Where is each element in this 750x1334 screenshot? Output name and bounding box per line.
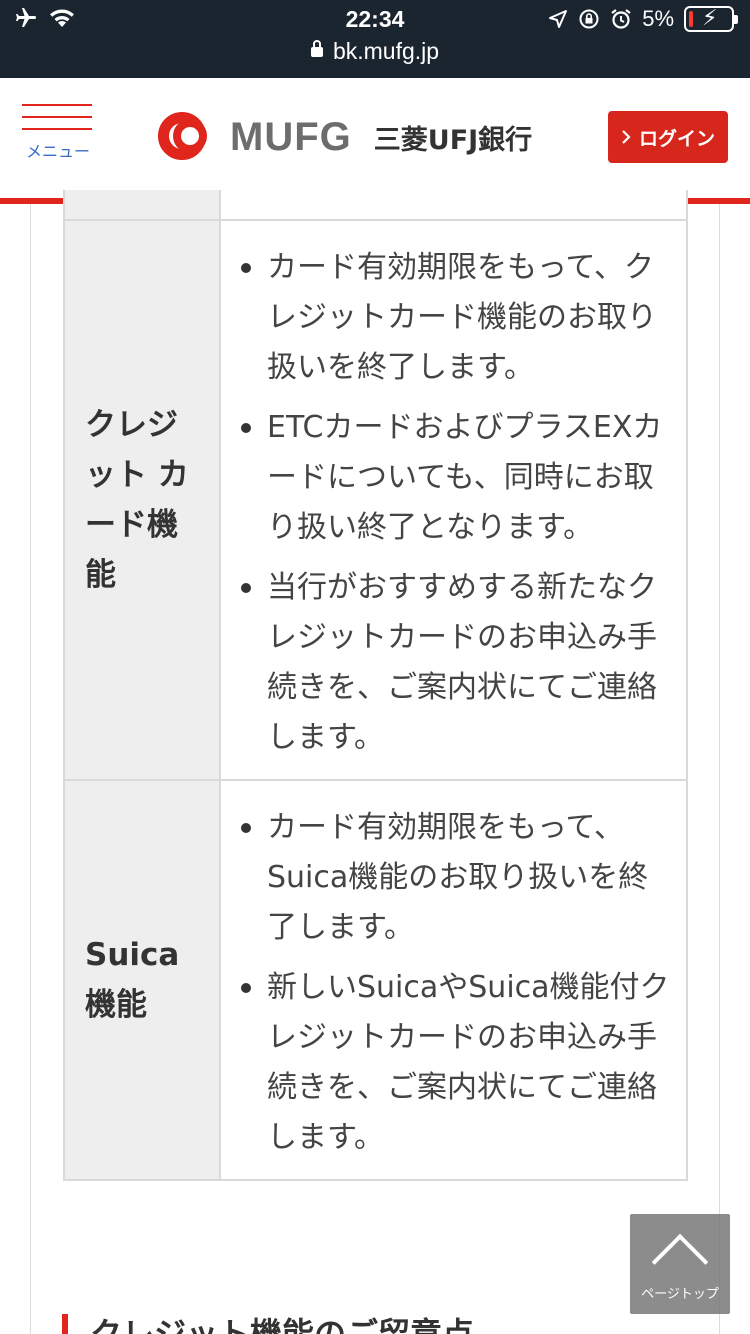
list-item: 新しいSuicaやSuica機能付クレジットカードのお申込み手続きを、ご案内状に… xyxy=(241,963,676,1163)
menu-button[interactable]: メニュー xyxy=(22,104,94,174)
table-value-cell xyxy=(219,190,688,221)
battery-percent: 5% xyxy=(642,6,674,31)
row-content-credit: カード有効期限をもって、クレジットカード機能のお取り扱いを終了します。 ETCカ… xyxy=(219,219,688,781)
table-row: Suica機能 カード有効期限をもって、Suica機能のお取り扱いを終了します。… xyxy=(63,779,688,1181)
list-item: カード有効期限をもって、クレジットカード機能のお取り扱いを終了します。 xyxy=(241,243,676,393)
hamburger-icon-bar xyxy=(22,128,92,130)
lock-icon xyxy=(310,40,323,57)
url-text: bk.mufg.jp xyxy=(332,38,440,64)
chevron-right-icon xyxy=(622,130,631,144)
login-label: ログイン xyxy=(638,127,715,150)
page-top-button[interactable]: ページトップ xyxy=(630,1214,730,1314)
bullet-list: カード有効期限をもって、Suica機能のお取り扱いを終了します。 新しいSuic… xyxy=(241,803,676,1163)
card-feature-table: クレジット カード機能 カード有効期限をもって、クレジットカード機能のお取り扱い… xyxy=(63,190,688,1181)
status-bar: 22:34 5% ⚡ bk.mufg.jp xyxy=(0,0,750,78)
charging-icon: ⚡ xyxy=(702,6,718,31)
status-right: 5% ⚡ xyxy=(548,6,738,32)
table-row: クレジット カード機能 カード有効期限をもって、クレジットカード機能のお取り扱い… xyxy=(63,219,688,781)
location-icon xyxy=(549,10,568,28)
section-heading: クレジット機能のご留意点 xyxy=(62,1314,662,1334)
hamburger-icon-bar xyxy=(22,116,92,118)
row-content-suica: カード有効期限をもって、Suica機能のお取り扱いを終了します。 新しいSuic… xyxy=(219,779,688,1181)
page-top-label: ページトップ xyxy=(641,1287,719,1302)
row-heading-credit: クレジット カード機能 xyxy=(63,219,221,781)
logo-text: MUFG xyxy=(230,114,352,159)
mufg-logo-icon xyxy=(158,112,222,162)
table-header-cell xyxy=(63,190,221,221)
login-button[interactable]: ログイン xyxy=(608,111,728,163)
list-item: 当行がおすすめする新たなクレジットカードのお申込み手続きを、ご案内状にてご連絡し… xyxy=(241,563,676,763)
row-heading-suica: Suica機能 xyxy=(63,779,221,1181)
table-row-top-partial xyxy=(63,190,688,221)
bank-name: 三菱UFJ銀行 xyxy=(373,124,533,156)
list-item: カード有効期限をもって、Suica機能のお取り扱いを終了します。 xyxy=(241,803,676,953)
site-header: メニュー MUFG 三菱UFJ銀行 ログイン xyxy=(0,78,750,198)
battery-icon: ⚡ xyxy=(684,6,738,32)
alarm-icon xyxy=(611,9,631,29)
chevron-up-icon xyxy=(651,1233,709,1291)
hamburger-icon xyxy=(22,104,92,106)
battery-level xyxy=(689,11,693,27)
bullet-list: カード有効期限をもって、クレジットカード機能のお取り扱いを終了します。 ETCカ… xyxy=(241,243,676,763)
orientation-lock-icon xyxy=(579,9,599,29)
menu-label: メニュー xyxy=(25,142,90,161)
url-bar[interactable]: bk.mufg.jp xyxy=(0,38,750,65)
list-item: ETCカードおよびプラスEXカードについても、同時にお取り扱い終了となります。 xyxy=(241,403,676,553)
mufg-logo[interactable]: MUFG 三菱UFJ銀行 xyxy=(158,112,532,162)
